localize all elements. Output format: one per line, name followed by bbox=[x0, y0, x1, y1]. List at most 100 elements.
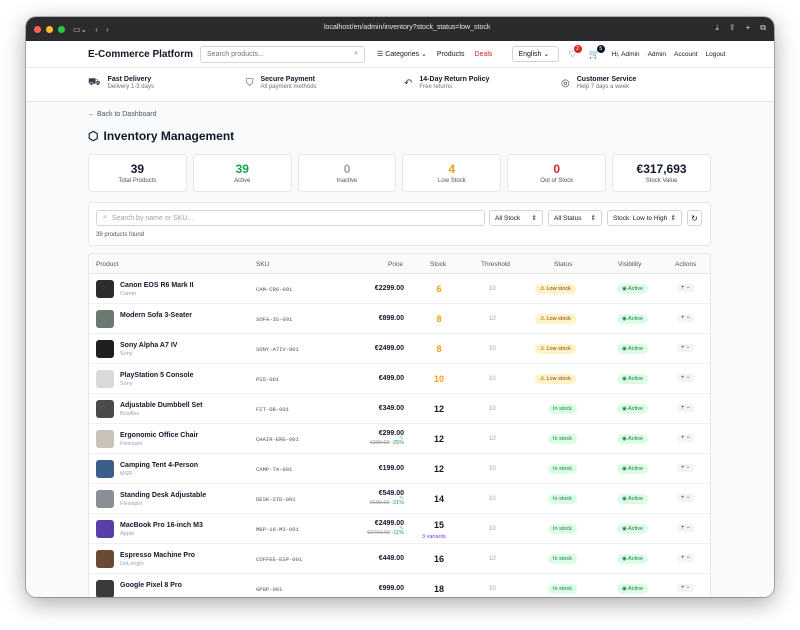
product-name[interactable]: Adjustable Dumbbell Set bbox=[120, 402, 202, 409]
product-thumbnail[interactable] bbox=[96, 310, 114, 328]
stock-quantity[interactable]: 8 bbox=[427, 344, 451, 354]
visibility-badge[interactable]: ◉ Active bbox=[617, 554, 649, 564]
visibility-badge[interactable]: ◉ Active bbox=[617, 464, 649, 474]
stat-card-out-of-stock[interactable]: 0 Out of Stock bbox=[507, 154, 607, 192]
account-link[interactable]: Account bbox=[674, 51, 698, 58]
product-thumbnail[interactable] bbox=[96, 460, 114, 478]
table-row[interactable]: Modern Sofa 3-Seater SOFA-3S-001 €899.00 ✎ 8… bbox=[89, 304, 710, 334]
increase-stock-button[interactable]: + bbox=[681, 375, 685, 381]
inventory-search-input[interactable]: ⌕ Search by name or SKU... bbox=[96, 210, 485, 226]
visibility-badge[interactable]: ◉ Active bbox=[617, 374, 649, 384]
table-row[interactable]: Sony Alpha A7 IV Sony SONY-A7IV-001 €2499.0… bbox=[89, 334, 710, 364]
visibility-badge[interactable]: ◉ Active bbox=[617, 524, 649, 534]
col-stock[interactable]: Stock bbox=[430, 261, 446, 268]
product-thumbnail[interactable] bbox=[96, 490, 114, 508]
col-sku[interactable]: SKU bbox=[256, 261, 269, 268]
edit-price-icon[interactable]: ✎ bbox=[399, 435, 404, 442]
decrease-stock-button[interactable]: − bbox=[686, 495, 690, 501]
stock-quantity[interactable]: 14 bbox=[427, 494, 451, 504]
decrease-stock-button[interactable]: − bbox=[686, 285, 690, 291]
edit-price-icon[interactable]: ✎ bbox=[399, 285, 404, 292]
back-to-dashboard-link[interactable]: ← Back to Dashboard bbox=[88, 111, 157, 118]
sort-select[interactable]: Stock: Low to High ⇕ bbox=[607, 210, 682, 226]
decrease-stock-button[interactable]: − bbox=[686, 525, 690, 531]
stat-card-total[interactable]: 39 Total Products bbox=[88, 154, 187, 192]
share-icon[interactable]: ⇪ bbox=[729, 23, 736, 33]
visibility-badge[interactable]: ◉ Active bbox=[617, 494, 649, 504]
col-price[interactable]: Price bbox=[388, 261, 403, 268]
nav-products[interactable]: Products bbox=[437, 51, 465, 58]
search-icon[interactable]: ⌕ bbox=[354, 50, 358, 58]
decrease-stock-button[interactable]: − bbox=[686, 375, 690, 381]
table-row[interactable]: Ergonomic Office Chair Flexispot CHAIR-ERG… bbox=[89, 424, 710, 454]
decrease-stock-button[interactable]: − bbox=[686, 405, 690, 411]
decrease-stock-button[interactable]: − bbox=[686, 555, 690, 561]
table-row[interactable]: PlayStation 5 Console Sony PS5-001 €499.00 ✎… bbox=[89, 364, 710, 394]
status-filter-select[interactable]: All Status ⇕ bbox=[548, 210, 602, 226]
product-thumbnail[interactable] bbox=[96, 550, 114, 568]
sidebar-toggle-icon[interactable]: ▭⌄ bbox=[73, 25, 87, 34]
table-row[interactable]: Canon EOS R6 Mark II Canon CAM-CR6-001 €229… bbox=[89, 274, 710, 304]
new-tab-icon[interactable]: + bbox=[746, 23, 751, 33]
product-name[interactable]: Espresso Machine Pro bbox=[120, 552, 195, 559]
edit-price-icon[interactable]: ✎ bbox=[399, 405, 404, 412]
increase-stock-button[interactable]: + bbox=[681, 495, 685, 501]
col-visibility[interactable]: Visibility bbox=[618, 261, 641, 268]
search-input[interactable]: Search products... ⌕ bbox=[200, 45, 365, 63]
stat-card-inactive[interactable]: 0 Inactive bbox=[297, 154, 397, 192]
edit-price-icon[interactable]: ✎ bbox=[399, 375, 404, 382]
table-row[interactable]: MacBook Pro 16-inch M3 Apple MBP-16-M3-001… bbox=[89, 514, 710, 544]
decrease-stock-button[interactable]: − bbox=[686, 435, 690, 441]
edit-price-icon[interactable]: ✎ bbox=[399, 495, 404, 502]
stock-quantity[interactable]: 18 bbox=[427, 584, 451, 594]
table-row[interactable]: Standing Desk Adjustable Flexispot DESK-ST… bbox=[89, 484, 710, 514]
col-threshold[interactable]: Threshold bbox=[481, 261, 510, 268]
stock-quantity[interactable]: 6 bbox=[427, 284, 451, 294]
product-name[interactable]: MacBook Pro 16-inch M3 bbox=[120, 522, 203, 529]
product-thumbnail[interactable] bbox=[96, 430, 114, 448]
increase-stock-button[interactable]: + bbox=[681, 585, 685, 591]
visibility-badge[interactable]: ◉ Active bbox=[617, 344, 649, 354]
decrease-stock-button[interactable]: − bbox=[686, 465, 690, 471]
language-select[interactable]: English ⌄ bbox=[512, 46, 560, 62]
edit-price-icon[interactable]: ✎ bbox=[399, 465, 404, 472]
tabs-overview-icon[interactable]: ⧉ bbox=[760, 23, 766, 33]
stock-quantity[interactable]: 16 bbox=[427, 554, 451, 564]
col-product[interactable]: Product bbox=[96, 261, 118, 268]
admin-link[interactable]: Admin bbox=[648, 51, 666, 58]
edit-price-icon[interactable]: ✎ bbox=[399, 525, 404, 532]
refresh-button[interactable]: ↻ bbox=[687, 210, 702, 226]
stock-filter-select[interactable]: All Stock ⇕ bbox=[489, 210, 543, 226]
stat-card-stock-value[interactable]: €317,693 Stock Value bbox=[612, 154, 711, 192]
col-status[interactable]: Status bbox=[554, 261, 572, 268]
stat-card-active[interactable]: 39 Active bbox=[192, 154, 292, 192]
cart-icon[interactable]: 🛒 5 bbox=[589, 44, 605, 60]
stock-quantity[interactable]: 8 bbox=[427, 314, 451, 324]
forward-arrow-icon[interactable]: › bbox=[106, 25, 109, 34]
edit-price-icon[interactable]: ✎ bbox=[399, 585, 404, 592]
variants-link[interactable]: 3 variants bbox=[422, 534, 446, 540]
address-bar[interactable]: localhost/en/admin/inventory?stock_statu… bbox=[324, 24, 490, 31]
product-name[interactable]: Ergonomic Office Chair bbox=[120, 432, 198, 439]
increase-stock-button[interactable]: + bbox=[681, 405, 685, 411]
stock-quantity[interactable]: 10 bbox=[427, 374, 451, 384]
increase-stock-button[interactable]: + bbox=[681, 345, 685, 351]
visibility-badge[interactable]: ◉ Active bbox=[617, 404, 649, 414]
brand-logo[interactable]: E-Commerce Platform bbox=[88, 49, 200, 60]
increase-stock-button[interactable]: + bbox=[681, 435, 685, 441]
stock-quantity[interactable]: 15 bbox=[427, 520, 451, 530]
stock-quantity[interactable]: 12 bbox=[427, 404, 451, 414]
table-row[interactable]: Adjustable Dumbbell Set Bowflex FIT-DB-001… bbox=[89, 394, 710, 424]
edit-price-icon[interactable]: ✎ bbox=[399, 555, 404, 562]
product-thumbnail[interactable] bbox=[96, 340, 114, 358]
increase-stock-button[interactable]: + bbox=[681, 465, 685, 471]
nav-deals[interactable]: Deals bbox=[475, 51, 493, 58]
stat-card-low-stock[interactable]: 4 Low Stock bbox=[402, 154, 502, 192]
stock-quantity[interactable]: 12 bbox=[427, 434, 451, 444]
download-icon[interactable]: ⤓ bbox=[715, 23, 719, 33]
edit-price-icon[interactable]: ✎ bbox=[399, 315, 404, 322]
product-thumbnail[interactable] bbox=[96, 400, 114, 418]
logout-link[interactable]: Logout bbox=[706, 51, 726, 58]
product-thumbnail[interactable] bbox=[96, 580, 114, 597]
decrease-stock-button[interactable]: − bbox=[686, 315, 690, 321]
